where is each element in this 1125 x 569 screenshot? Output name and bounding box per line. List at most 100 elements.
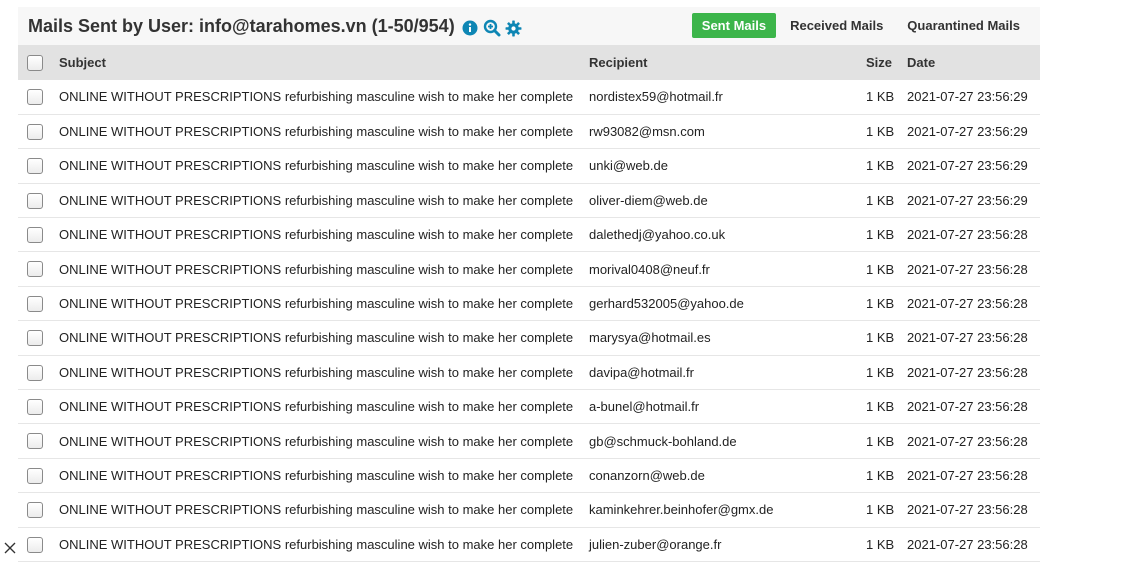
- cell-recipient: julien-zuber@orange.fr: [589, 536, 722, 552]
- column-header-recipient[interactable]: Recipient: [589, 45, 866, 80]
- cell-recipient: gerhard532005@yahoo.de: [589, 296, 744, 312]
- tab-quarantined-mails[interactable]: Quarantined Mails: [897, 13, 1030, 38]
- row-checkbox[interactable]: [27, 536, 43, 553]
- cell-date: 2021-07-27 23:56:28: [907, 330, 1028, 346]
- table-header-row: Subject Recipient Size Date: [18, 45, 1040, 80]
- table-row[interactable]: ONLINE WITHOUT PRESCRIPTIONS refurbishin…: [18, 424, 1040, 459]
- table-row[interactable]: ONLINE WITHOUT PRESCRIPTIONS refurbishin…: [18, 321, 1040, 356]
- cell-size: 1 KB: [866, 536, 895, 552]
- table-row[interactable]: ONLINE WITHOUT PRESCRIPTIONS refurbishin…: [18, 149, 1040, 184]
- cell-size: 1 KB: [866, 192, 895, 208]
- row-checkbox[interactable]: [27, 330, 43, 347]
- table-row[interactable]: ONLINE WITHOUT PRESCRIPTIONS refurbishin…: [18, 355, 1040, 390]
- cell-subject[interactable]: ONLINE WITHOUT PRESCRIPTIONS refurbishin…: [55, 321, 589, 355]
- row-checkbox[interactable]: [27, 398, 43, 415]
- cell-subject[interactable]: ONLINE WITHOUT PRESCRIPTIONS refurbishin…: [55, 149, 589, 183]
- select-all-cell: [18, 45, 55, 80]
- row-checkbox[interactable]: [27, 192, 43, 209]
- gear-icon[interactable]: [505, 19, 523, 37]
- row-select-cell: [18, 218, 55, 252]
- cell-size: 1 KB: [866, 124, 895, 140]
- cell-recipient: rw93082@msn.com: [589, 124, 705, 140]
- row-select-cell: [18, 458, 55, 492]
- page-title: Mails Sent by User: info@tarahomes.vn (1…: [28, 15, 455, 36]
- mails-table: Subject Recipient Size Date ONLINE WITHO…: [18, 45, 1040, 562]
- cell-subject[interactable]: ONLINE WITHOUT PRESCRIPTIONS refurbishin…: [55, 286, 589, 320]
- tab-sent-mails[interactable]: Sent Mails: [691, 13, 777, 38]
- info-icon[interactable]: [461, 19, 479, 37]
- cell-date: 2021-07-27 23:56:29: [907, 124, 1028, 140]
- cell-date: 2021-07-27 23:56:28: [907, 467, 1028, 483]
- cell-recipient: gb@schmuck-bohland.de: [589, 433, 737, 449]
- row-checkbox[interactable]: [27, 123, 43, 140]
- table-row[interactable]: ONLINE WITHOUT PRESCRIPTIONS refurbishin…: [18, 183, 1040, 218]
- table-row[interactable]: ONLINE WITHOUT PRESCRIPTIONS refurbishin…: [18, 458, 1040, 493]
- cell-recipient: a-bunel@hotmail.fr: [589, 399, 700, 415]
- cell-subject[interactable]: ONLINE WITHOUT PRESCRIPTIONS refurbishin…: [55, 390, 589, 424]
- row-checkbox[interactable]: [27, 467, 43, 484]
- cell-subject[interactable]: ONLINE WITHOUT PRESCRIPTIONS refurbishin…: [55, 493, 589, 527]
- cell-size: 1 KB: [866, 502, 895, 518]
- column-header-size[interactable]: Size: [866, 45, 907, 80]
- cell-date: 2021-07-27 23:56:28: [907, 433, 1028, 449]
- cell-date: 2021-07-27 23:56:29: [907, 158, 1028, 174]
- row-checkbox[interactable]: [27, 295, 43, 312]
- row-select-cell: [18, 493, 55, 527]
- cell-subject[interactable]: ONLINE WITHOUT PRESCRIPTIONS refurbishin…: [55, 114, 589, 148]
- cell-recipient: dalethedj@yahoo.co.uk: [589, 227, 726, 243]
- cell-size: 1 KB: [866, 467, 895, 483]
- cell-subject[interactable]: ONLINE WITHOUT PRESCRIPTIONS refurbishin…: [55, 252, 589, 286]
- cell-date: 2021-07-27 23:56:28: [907, 296, 1028, 312]
- cell-subject[interactable]: ONLINE WITHOUT PRESCRIPTIONS refurbishin…: [55, 527, 589, 561]
- tab-received-mails[interactable]: Received Mails: [780, 13, 893, 38]
- row-checkbox[interactable]: [27, 502, 43, 519]
- row-checkbox[interactable]: [27, 227, 43, 244]
- zoom-icon[interactable]: [483, 19, 501, 37]
- table-row[interactable]: ONLINE WITHOUT PRESCRIPTIONS refurbishin…: [18, 252, 1040, 287]
- cell-size: 1 KB: [866, 227, 895, 243]
- cell-date: 2021-07-27 23:56:28: [907, 227, 1028, 243]
- table-row[interactable]: ONLINE WITHOUT PRESCRIPTIONS refurbishin…: [18, 527, 1040, 562]
- cell-date: 2021-07-27 23:56:29: [907, 192, 1028, 208]
- table-row[interactable]: ONLINE WITHOUT PRESCRIPTIONS refurbishin…: [18, 493, 1040, 528]
- title-icons: [461, 19, 527, 37]
- row-select-cell: [18, 321, 55, 355]
- cell-subject[interactable]: ONLINE WITHOUT PRESCRIPTIONS refurbishin…: [55, 183, 589, 217]
- row-select-cell: [18, 252, 55, 286]
- table-row[interactable]: ONLINE WITHOUT PRESCRIPTIONS refurbishin…: [18, 80, 1040, 115]
- cell-date: 2021-07-27 23:56:28: [907, 364, 1028, 380]
- cell-size: 1 KB: [866, 364, 895, 380]
- cell-recipient: nordistex59@hotmail.fr: [589, 89, 723, 105]
- table-row[interactable]: ONLINE WITHOUT PRESCRIPTIONS refurbishin…: [18, 114, 1040, 149]
- close-icon[interactable]: [3, 541, 17, 555]
- row-select-cell: [18, 114, 55, 148]
- cell-size: 1 KB: [866, 296, 895, 312]
- mail-list-panel: Mails Sent by User: info@tarahomes.vn (1…: [18, 7, 1040, 569]
- cell-date: 2021-07-27 23:56:29: [907, 89, 1028, 105]
- table-row[interactable]: ONLINE WITHOUT PRESCRIPTIONS refurbishin…: [18, 286, 1040, 321]
- cell-recipient: morival0408@neuf.fr: [589, 261, 710, 277]
- cell-size: 1 KB: [866, 330, 895, 346]
- table-row[interactable]: ONLINE WITHOUT PRESCRIPTIONS refurbishin…: [18, 390, 1040, 424]
- cell-subject[interactable]: ONLINE WITHOUT PRESCRIPTIONS refurbishin…: [55, 424, 589, 458]
- cell-date: 2021-07-27 23:56:28: [907, 536, 1028, 552]
- cell-subject[interactable]: ONLINE WITHOUT PRESCRIPTIONS refurbishin…: [55, 218, 589, 252]
- column-header-subject[interactable]: Subject: [55, 45, 589, 80]
- table-row[interactable]: ONLINE WITHOUT PRESCRIPTIONS refurbishin…: [18, 218, 1040, 252]
- column-header-date[interactable]: Date: [907, 45, 1040, 80]
- row-checkbox[interactable]: [27, 261, 43, 278]
- row-checkbox[interactable]: [27, 364, 43, 381]
- cell-date: 2021-07-27 23:56:28: [907, 399, 1028, 415]
- cell-recipient: davipa@hotmail.fr: [589, 364, 694, 380]
- cell-subject[interactable]: ONLINE WITHOUT PRESCRIPTIONS refurbishin…: [55, 80, 589, 114]
- row-checkbox[interactable]: [27, 89, 43, 106]
- cell-subject[interactable]: ONLINE WITHOUT PRESCRIPTIONS refurbishin…: [55, 458, 589, 492]
- row-select-cell: [18, 355, 55, 389]
- row-select-cell: [18, 149, 55, 183]
- row-checkbox[interactable]: [27, 433, 43, 450]
- row-checkbox[interactable]: [27, 158, 43, 175]
- cell-size: 1 KB: [866, 433, 895, 449]
- cell-subject[interactable]: ONLINE WITHOUT PRESCRIPTIONS refurbishin…: [55, 355, 589, 389]
- select-all-checkbox[interactable]: [27, 54, 43, 71]
- cell-recipient: oliver-diem@web.de: [589, 192, 708, 208]
